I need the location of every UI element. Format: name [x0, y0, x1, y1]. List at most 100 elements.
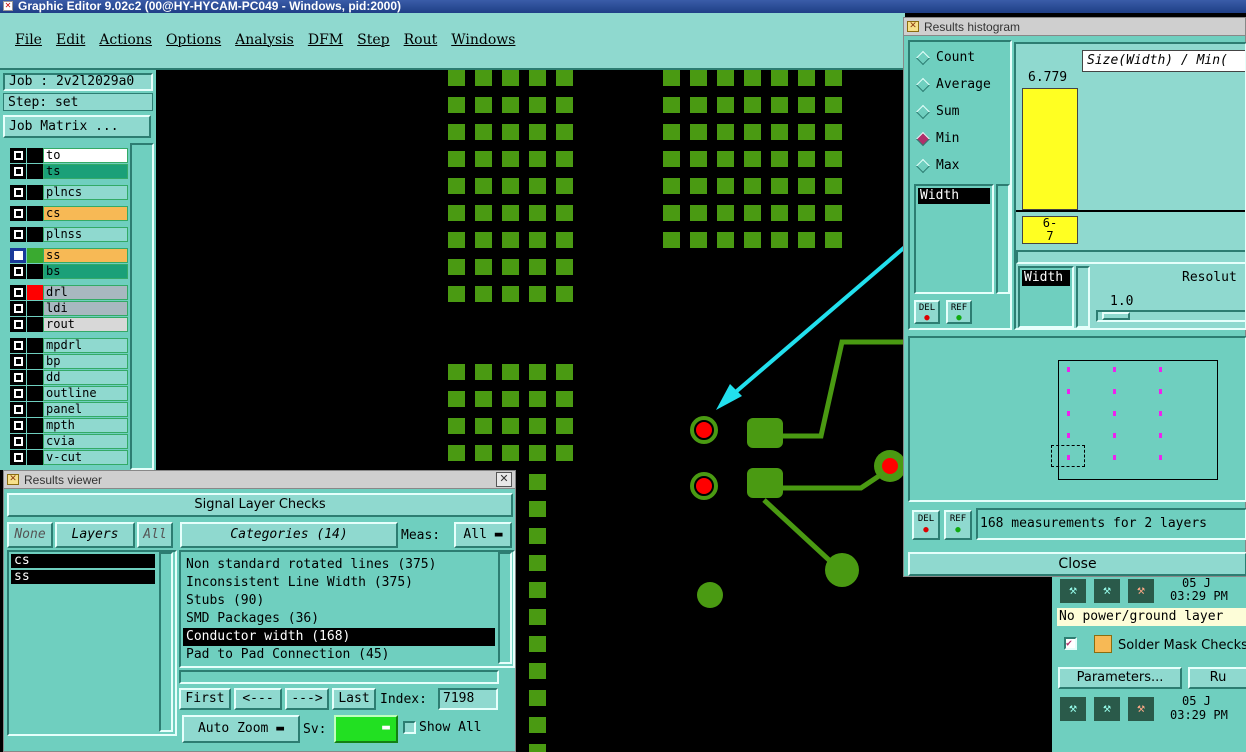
layer-checkbox[interactable]	[10, 418, 26, 433]
smd-pad[interactable]	[529, 690, 546, 706]
smd-pad[interactable]	[798, 178, 815, 194]
layer-color-swatch[interactable]	[27, 301, 43, 316]
category-item[interactable]: SMD Packages (36)	[183, 610, 495, 628]
smd-pad[interactable]	[663, 178, 680, 194]
menu-windows[interactable]: Windows	[451, 32, 515, 48]
x-attribute-scrollbar[interactable]	[1076, 266, 1090, 328]
layer-checkbox[interactable]	[10, 301, 26, 316]
smd-pad[interactable]	[502, 286, 519, 302]
layer-color-swatch[interactable]	[27, 227, 43, 242]
layer-color-swatch[interactable]	[27, 148, 43, 163]
layer-name[interactable]: mpth	[43, 418, 128, 433]
smd-pad[interactable]	[798, 151, 815, 167]
smd-pad[interactable]	[663, 97, 680, 113]
smd-pad[interactable]	[529, 528, 546, 544]
smd-pad[interactable]	[475, 97, 492, 113]
smd-pad[interactable]	[690, 124, 707, 140]
radio-min[interactable]: Min	[915, 131, 959, 146]
smd-pad[interactable]	[529, 474, 546, 490]
smd-pad[interactable]	[475, 364, 492, 380]
layer-checkbox[interactable]	[10, 450, 26, 465]
layer-row-outline[interactable]: outline	[10, 386, 128, 401]
smd-pad[interactable]	[556, 205, 573, 221]
layer-name[interactable]: ldi	[43, 301, 128, 316]
layer-name[interactable]: panel	[43, 402, 128, 417]
smd-pad[interactable]	[556, 391, 573, 407]
layer-color-swatch[interactable]	[27, 285, 43, 300]
menu-step[interactable]: Step	[357, 32, 389, 48]
edit-check-icon-2[interactable]: ⚒	[1094, 697, 1120, 721]
smd-pad[interactable]	[502, 70, 519, 86]
smd-pad[interactable]	[798, 97, 815, 113]
smd-pad[interactable]	[448, 364, 465, 380]
layer-list-scrollbar[interactable]	[130, 143, 154, 470]
index-input[interactable]: 7198	[438, 688, 498, 710]
parameters-button[interactable]: Parameters...	[1058, 667, 1182, 689]
smd-pad[interactable]	[825, 97, 842, 113]
layer-color-swatch[interactable]	[27, 264, 43, 279]
smd-pad[interactable]	[744, 124, 761, 140]
smd-pad[interactable]	[717, 232, 734, 248]
layer-checkbox[interactable]	[10, 264, 26, 279]
layer-color-swatch[interactable]	[27, 370, 43, 385]
smd-pad[interactable]	[556, 151, 573, 167]
smd-pad[interactable]	[744, 70, 761, 86]
smd-pad[interactable]	[529, 445, 546, 461]
layer-color-swatch[interactable]	[27, 206, 43, 221]
layer-checkbox[interactable]	[10, 164, 26, 179]
layer-color-swatch[interactable]	[27, 248, 43, 263]
categories-button[interactable]: Categories (14)	[180, 522, 398, 548]
layer-checkbox[interactable]	[10, 386, 26, 401]
layer-checkbox[interactable]	[10, 248, 26, 263]
category-item[interactable]: Pad to Pad Connection (45)	[183, 646, 495, 664]
smd-pad[interactable]	[448, 286, 465, 302]
smd-pad[interactable]	[502, 178, 519, 194]
layer-row-mpth[interactable]: mpth	[10, 418, 128, 433]
smd-pad[interactable]	[502, 418, 519, 434]
smd-pad[interactable]	[502, 445, 519, 461]
layer-color-swatch[interactable]	[27, 338, 43, 353]
layer-row-bp[interactable]: bp	[10, 354, 128, 369]
layer-row-drl[interactable]: drl	[10, 285, 128, 300]
smd-pad[interactable]	[690, 70, 707, 86]
solder-mask-checkbox[interactable]: ✔	[1064, 637, 1077, 650]
smd-pad[interactable]	[717, 97, 734, 113]
smd-pad[interactable]	[475, 391, 492, 407]
smd-pad[interactable]	[448, 445, 465, 461]
smd-pad[interactable]	[798, 70, 815, 86]
smd-pad[interactable]	[448, 97, 465, 113]
smd-pad[interactable]	[502, 124, 519, 140]
smd-pad[interactable]	[529, 364, 546, 380]
smd-pad[interactable]	[502, 151, 519, 167]
smd-pad[interactable]	[448, 205, 465, 221]
smd-pad[interactable]	[771, 205, 788, 221]
layer-checkbox[interactable]	[10, 354, 26, 369]
smd-pad[interactable]	[475, 259, 492, 275]
category-list-scrollbar[interactable]	[498, 552, 512, 664]
layer-checkbox[interactable]	[10, 227, 26, 242]
layer-name[interactable]: plncs	[43, 185, 128, 200]
layer-results-scrollbar[interactable]	[159, 552, 173, 732]
layer-checkbox[interactable]	[10, 338, 26, 353]
first-button[interactable]: First	[179, 688, 231, 710]
smd-pad[interactable]	[825, 178, 842, 194]
smd-pad[interactable]	[556, 259, 573, 275]
layer-row-cs[interactable]: cs	[10, 206, 128, 221]
smd-pad[interactable]	[529, 717, 546, 733]
histogram-bar[interactable]	[1022, 88, 1078, 210]
smd-pad[interactable]	[529, 555, 546, 571]
layer-color-swatch[interactable]	[27, 354, 43, 369]
x-attribute-width[interactable]: Width	[1022, 270, 1070, 286]
smd-pad[interactable]	[502, 97, 519, 113]
layer-name[interactable]: cs	[43, 206, 128, 221]
smd-pad[interactable]	[475, 151, 492, 167]
layer-color-swatch[interactable]	[27, 185, 43, 200]
smd-pad[interactable]	[448, 178, 465, 194]
smd-pad[interactable]	[448, 151, 465, 167]
layer-row-v-cut[interactable]: v-cut	[10, 450, 128, 465]
layer-checkbox[interactable]	[10, 370, 26, 385]
smd-pad[interactable]	[798, 205, 815, 221]
category-hscrollbar[interactable]	[179, 670, 499, 684]
smd-pad[interactable]	[475, 286, 492, 302]
radio-sum[interactable]: Sum	[915, 104, 959, 119]
